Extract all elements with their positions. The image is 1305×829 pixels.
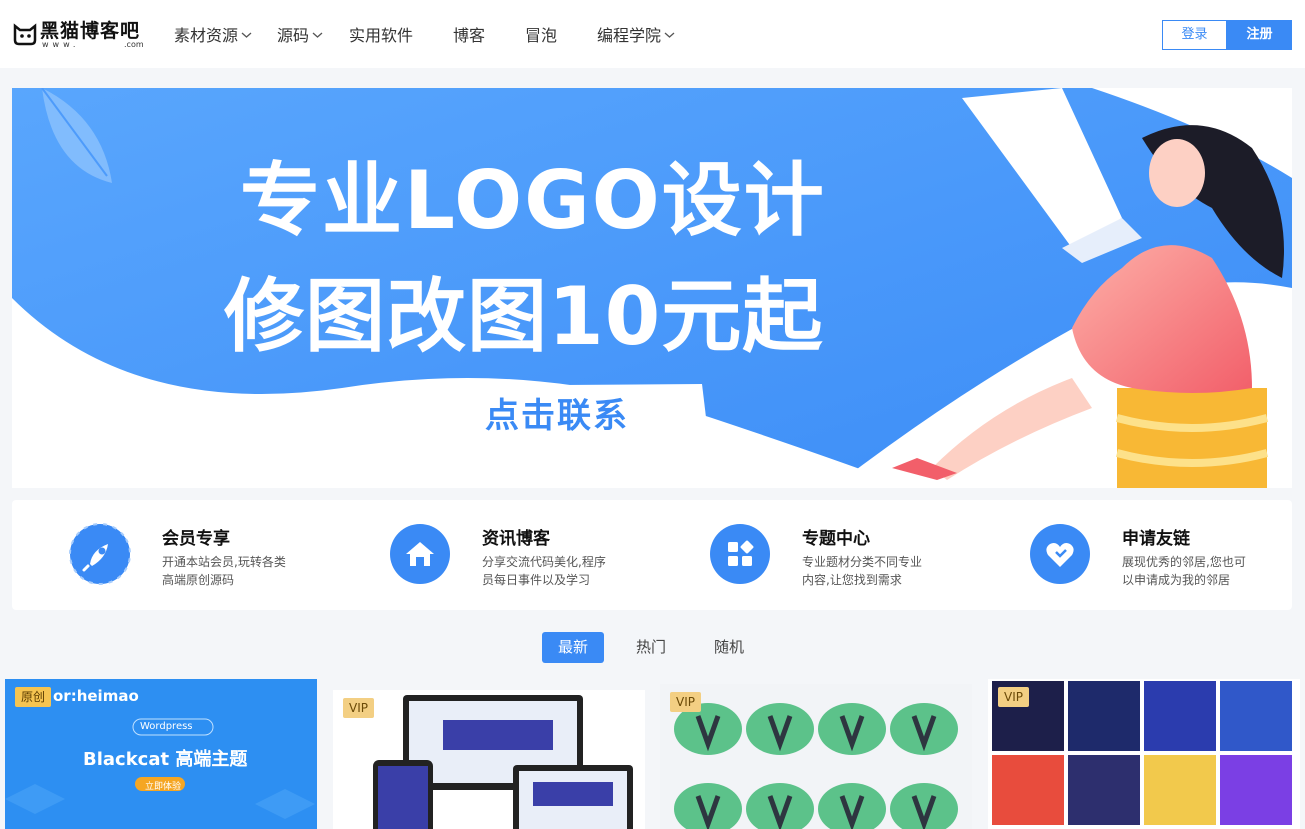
- feature-title: 专题中心: [802, 529, 870, 549]
- chevron-down-icon: [664, 32, 675, 38]
- card-thumb-heading: Blackcat 高端主题: [83, 749, 248, 770]
- card-badge: VIP: [670, 692, 701, 712]
- post-card[interactable]: VIP: [333, 690, 645, 829]
- feature-membership[interactable]: 会员专享 开通本站会员,玩转各类高端原创源码: [12, 500, 312, 610]
- rocket-icon: [69, 523, 131, 585]
- register-button[interactable]: 注册: [1227, 20, 1292, 50]
- nav-item-label: 素材资源: [174, 26, 239, 45]
- post-card[interactable]: VIP: [660, 684, 972, 829]
- card-thumb-button: 立即体验: [145, 782, 182, 792]
- post-card[interactable]: or:heimao Wordpress Blackcat 高端主题 立即体验 原…: [5, 679, 317, 829]
- logo-domain-suffix: .com: [124, 40, 144, 49]
- card-thumb-tag: Wordpress: [140, 721, 193, 732]
- nav-item-label: 博客: [453, 26, 486, 45]
- features-strip: 会员专享 开通本站会员,玩转各类高端原创源码 资讯博客 分享交流代码美化,程序员…: [12, 500, 1292, 610]
- card-thumbnail: [988, 679, 1300, 829]
- nav-item-materials[interactable]: 素材资源: [174, 22, 252, 46]
- nav-item-bubble[interactable]: 冒泡: [525, 22, 557, 46]
- tab-popular[interactable]: 热门: [620, 632, 682, 663]
- nav-item-software[interactable]: 实用软件: [349, 22, 413, 46]
- feature-friend-links[interactable]: 申请友链 展现优秀的邻居,您也可以申请成为我的邻居: [972, 500, 1272, 610]
- tab-random[interactable]: 随机: [698, 632, 760, 663]
- chevron-down-icon: [241, 32, 252, 38]
- feature-title: 资讯博客: [482, 529, 550, 549]
- card-badge: VIP: [998, 687, 1029, 707]
- banner-cta-label[interactable]: 点击联系: [485, 388, 629, 437]
- tab-latest[interactable]: 最新: [542, 632, 604, 663]
- home-icon: [390, 524, 450, 584]
- card-thumbnail: [660, 684, 972, 829]
- nav-item-label: 冒泡: [525, 26, 558, 45]
- banner-headline: 专业LOGO设计: [240, 154, 826, 247]
- login-button[interactable]: 登录: [1162, 20, 1227, 50]
- card-thumb-title: or:heimao: [53, 687, 139, 705]
- chevron-down-icon: [312, 32, 323, 38]
- nav-item-label: 编程学院: [597, 26, 662, 45]
- feature-news-blog[interactable]: 资讯博客 分享交流代码美化,程序员每日事件以及学习: [332, 500, 632, 610]
- nav-item-blog[interactable]: 博客: [453, 22, 485, 46]
- nav-item-label: 实用软件: [349, 26, 414, 45]
- card-badge: VIP: [343, 698, 374, 718]
- feature-topics[interactable]: 专题中心 专业题材分类不同专业内容,让您找到需求: [652, 500, 952, 610]
- feature-title: 会员专享: [162, 529, 230, 549]
- top-header: 黑猫博客吧 www. .com 素材资源 源码 实用软件 博客 冒泡 编程学院 …: [0, 0, 1305, 68]
- heart-icon: [1030, 524, 1090, 584]
- hero-banner[interactable]: 专业LOGO设计 修图改图10元起 点击联系: [12, 88, 1292, 488]
- logo-domain-prefix: www.: [42, 40, 80, 49]
- card-thumbnail: [333, 690, 645, 829]
- site-logo[interactable]: 黑猫博客吧 www. .com: [12, 16, 144, 52]
- grid-icon: [710, 524, 770, 584]
- feature-desc: 分享交流代码美化,程序员每日事件以及学习: [482, 555, 606, 587]
- nav-item-label: 源码: [277, 26, 310, 45]
- feature-desc: 开通本站会员,玩转各类高端原创源码: [162, 555, 286, 587]
- feature-desc: 展现优秀的邻居,您也可以申请成为我的邻居: [1122, 555, 1246, 587]
- feature-title: 申请友链: [1122, 529, 1190, 549]
- cat-logo-icon: [13, 23, 37, 46]
- feature-desc: 专业题材分类不同专业内容,让您找到需求: [802, 555, 923, 587]
- card-badge: 原创: [15, 687, 52, 707]
- banner-subheadline: 修图改图10元起: [224, 270, 824, 363]
- nav-item-source[interactable]: 源码: [277, 22, 323, 46]
- logo-text: 黑猫博客吧: [40, 20, 141, 42]
- nav-item-academy[interactable]: 编程学院: [597, 22, 675, 46]
- post-card[interactable]: VIP: [988, 679, 1300, 829]
